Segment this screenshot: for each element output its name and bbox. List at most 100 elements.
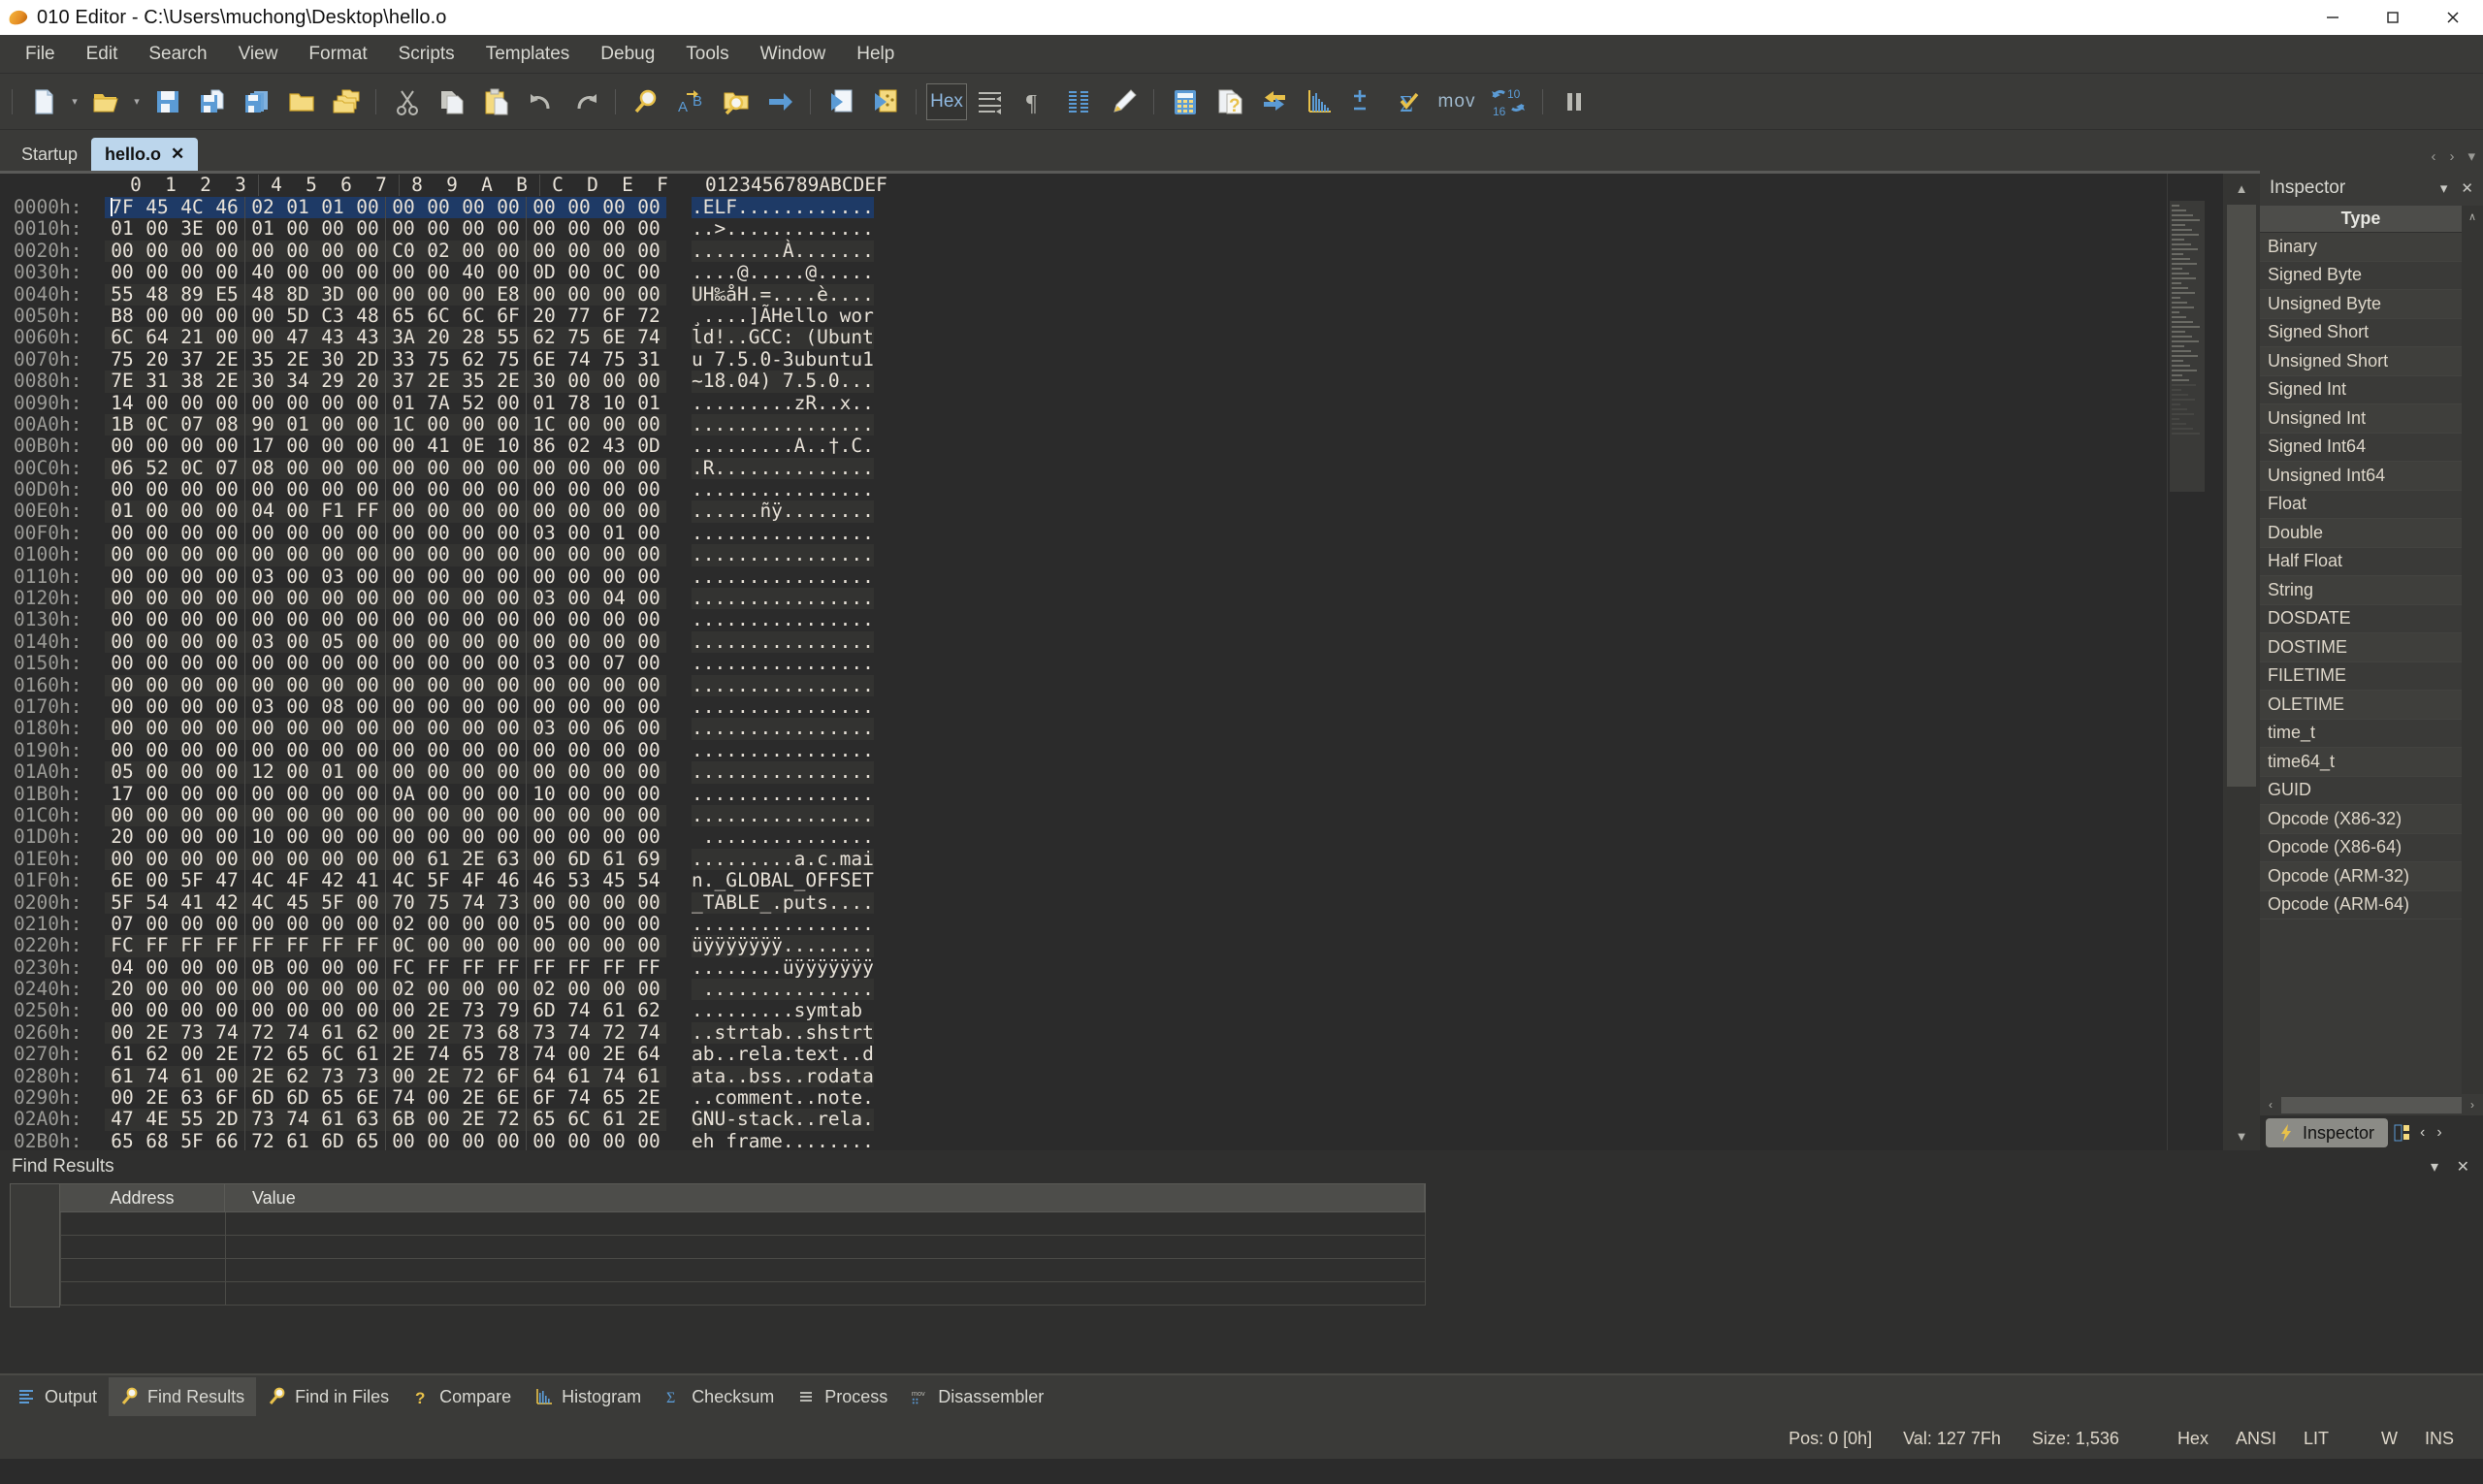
hex-byte[interactable]: 00 bbox=[105, 478, 140, 500]
hex-byte[interactable]: 00 bbox=[280, 261, 315, 283]
hex-byte[interactable]: 00 bbox=[386, 717, 421, 740]
hex-byte[interactable]: 55 bbox=[175, 1108, 210, 1131]
hex-byte[interactable]: 00 bbox=[456, 783, 491, 805]
hex-byte[interactable]: 00 bbox=[631, 261, 666, 283]
hex-byte[interactable]: 03 bbox=[315, 565, 350, 588]
hex-byte[interactable]: 00 bbox=[350, 478, 385, 500]
hex-byte[interactable]: 29 bbox=[315, 370, 350, 393]
hex-byte[interactable]: 64 bbox=[527, 1065, 562, 1088]
table-row[interactable] bbox=[60, 1282, 1426, 1306]
ascii-text[interactable]: ab..rela.text..d bbox=[692, 1043, 874, 1065]
hex-byte[interactable]: 00 bbox=[631, 217, 666, 240]
hex-byte[interactable]: 00 bbox=[245, 804, 280, 827]
hex-byte[interactable]: 65 bbox=[105, 1130, 140, 1150]
hex-row[interactable]: 0230h: 04 00 00 00 0B 00 00 00 FC FF FF FF FF FF FF FF..… bbox=[0, 956, 2260, 980]
hex-byte[interactable]: 00 bbox=[527, 609, 562, 631]
hex-byte[interactable]: 00 bbox=[350, 630, 385, 654]
hex-byte[interactable]: 04 bbox=[245, 500, 280, 523]
hex-row[interactable]: 01B0h: 17 00 00 00 00 00 00 00 0A 00 00 00 10 00 00 00..… bbox=[0, 783, 2260, 805]
status-charset[interactable]: ANSI bbox=[2222, 1429, 2290, 1449]
hex-byte[interactable]: 6E bbox=[105, 869, 140, 891]
menu-help[interactable]: Help bbox=[841, 38, 910, 71]
hex-byte[interactable]: 75 bbox=[597, 348, 631, 371]
hex-byte[interactable]: 00 bbox=[631, 760, 666, 784]
hex-byte[interactable]: 00 bbox=[386, 804, 421, 827]
hex-byte[interactable]: 00 bbox=[631, 457, 666, 480]
ascii-text[interactable]: ......ñÿ........ bbox=[692, 500, 874, 523]
hex-byte[interactable]: 42 bbox=[315, 869, 350, 891]
hex-byte[interactable]: E5 bbox=[210, 283, 244, 306]
ascii-text[interactable]: ~18.04) 7.5.0... bbox=[692, 370, 874, 393]
ascii-text[interactable]: .........A..†.C. bbox=[692, 435, 874, 457]
find-in-files-icon[interactable] bbox=[715, 81, 758, 123]
hex-byte[interactable]: 6F bbox=[210, 1086, 244, 1109]
hex-byte[interactable]: 00 bbox=[456, 760, 491, 784]
hex-byte[interactable]: 00 bbox=[421, 804, 456, 827]
hex-byte[interactable]: 5F bbox=[105, 891, 140, 914]
hex-byte[interactable]: 37 bbox=[386, 370, 421, 393]
hex-byte[interactable]: 00 bbox=[456, 630, 491, 654]
hex-byte[interactable]: 00 bbox=[491, 1130, 526, 1150]
hex-byte[interactable]: 00 bbox=[597, 825, 631, 848]
hex-byte[interactable]: 00 bbox=[562, 609, 597, 631]
hex-row[interactable]: 0100h: 00 00 00 00 00 00 00 00 00 00 00 00 00 00 00 00..… bbox=[0, 543, 2260, 566]
hex-byte[interactable]: 4E bbox=[140, 1108, 175, 1131]
hex-byte[interactable]: 00 bbox=[527, 565, 562, 588]
hex-byte[interactable]: 00 bbox=[315, 392, 350, 414]
hex-byte[interactable]: 00 bbox=[245, 674, 280, 696]
hex-byte[interactable]: 00 bbox=[562, 891, 597, 914]
status-width[interactable]: W bbox=[2368, 1429, 2411, 1449]
hex-byte[interactable]: 00 bbox=[350, 978, 385, 1001]
hex-row[interactable]: 0030h: 00 00 00 00 40 00 00 00 00 00 40 00 0D 00 0C 00..… bbox=[0, 261, 2260, 284]
hex-byte[interactable]: 01 bbox=[105, 217, 140, 240]
ascii-text[interactable]: ................ bbox=[692, 478, 874, 500]
hex-byte[interactable]: 00 bbox=[421, 825, 456, 848]
hex-byte[interactable]: 00 bbox=[280, 478, 315, 500]
hex-byte[interactable]: 00 bbox=[140, 869, 175, 891]
hex-row[interactable]: 01C0h: 00 00 00 00 00 00 00 00 00 00 00 00 00 00 00 00..… bbox=[0, 804, 2260, 827]
hex-byte[interactable]: 00 bbox=[631, 478, 666, 500]
hex-byte[interactable]: 10 bbox=[597, 392, 631, 414]
inspector-type-row[interactable]: Unsigned Int bbox=[2260, 404, 2462, 434]
hex-byte[interactable]: 00 bbox=[491, 392, 526, 414]
hex-byte[interactable]: 02 bbox=[562, 435, 597, 457]
hex-byte[interactable]: FF bbox=[421, 956, 456, 979]
hex-byte[interactable]: 52 bbox=[140, 457, 175, 480]
hex-byte[interactable]: 00 bbox=[105, 739, 140, 761]
hex-byte[interactable]: 30 bbox=[245, 370, 280, 393]
inspector-type-row[interactable]: DOSTIME bbox=[2260, 633, 2462, 662]
hex-byte[interactable]: 46 bbox=[491, 869, 526, 891]
ascii-text[interactable]: ld!..GCC: (Ubunt bbox=[692, 326, 874, 349]
hex-byte[interactable]: 38 bbox=[175, 370, 210, 393]
inspector-type-row[interactable]: Opcode (X86-32) bbox=[2260, 805, 2462, 834]
hex-byte[interactable]: 00 bbox=[210, 500, 244, 523]
column-mode-icon[interactable] bbox=[1058, 81, 1101, 123]
menu-tools[interactable]: Tools bbox=[670, 38, 744, 71]
run-template-icon[interactable] bbox=[865, 81, 908, 123]
hex-byte[interactable]: 00 bbox=[491, 652, 526, 674]
hex-byte[interactable]: 61 bbox=[597, 1108, 631, 1131]
hex-byte[interactable]: 00 bbox=[245, 978, 280, 1001]
hex-byte[interactable]: 2E bbox=[210, 348, 244, 371]
hex-byte[interactable]: 63 bbox=[350, 1108, 385, 1131]
hex-row[interactable]: 0010h: 01 00 3E 00 01 00 00 00 00 00 00 00 00 00 00 00..… bbox=[0, 217, 2260, 241]
hex-byte[interactable]: 06 bbox=[105, 457, 140, 480]
hex-byte[interactable]: 7A bbox=[421, 392, 456, 414]
hex-byte[interactable]: 05 bbox=[315, 630, 350, 654]
ascii-text[interactable]: ................ bbox=[692, 565, 874, 588]
hex-byte[interactable]: 63 bbox=[491, 848, 526, 871]
new-file-icon[interactable] bbox=[22, 81, 65, 123]
hex-byte[interactable]: 00 bbox=[210, 848, 244, 871]
hex-byte[interactable]: 20 bbox=[105, 825, 140, 848]
hex-byte[interactable]: 74 bbox=[280, 1108, 315, 1131]
hex-byte[interactable]: 00 bbox=[350, 565, 385, 588]
hex-byte[interactable]: 2D bbox=[210, 1108, 244, 1131]
hex-byte[interactable]: 43 bbox=[350, 326, 385, 349]
hex-byte[interactable]: 00 bbox=[562, 695, 597, 718]
hex-byte[interactable]: 00 bbox=[175, 435, 210, 457]
hex-byte[interactable]: E8 bbox=[491, 283, 526, 306]
hex-byte[interactable]: 00 bbox=[631, 804, 666, 827]
hex-byte[interactable]: 74 bbox=[562, 1000, 597, 1022]
hex-byte[interactable]: 00 bbox=[631, 695, 666, 718]
hex-byte[interactable]: 00 bbox=[140, 848, 175, 871]
